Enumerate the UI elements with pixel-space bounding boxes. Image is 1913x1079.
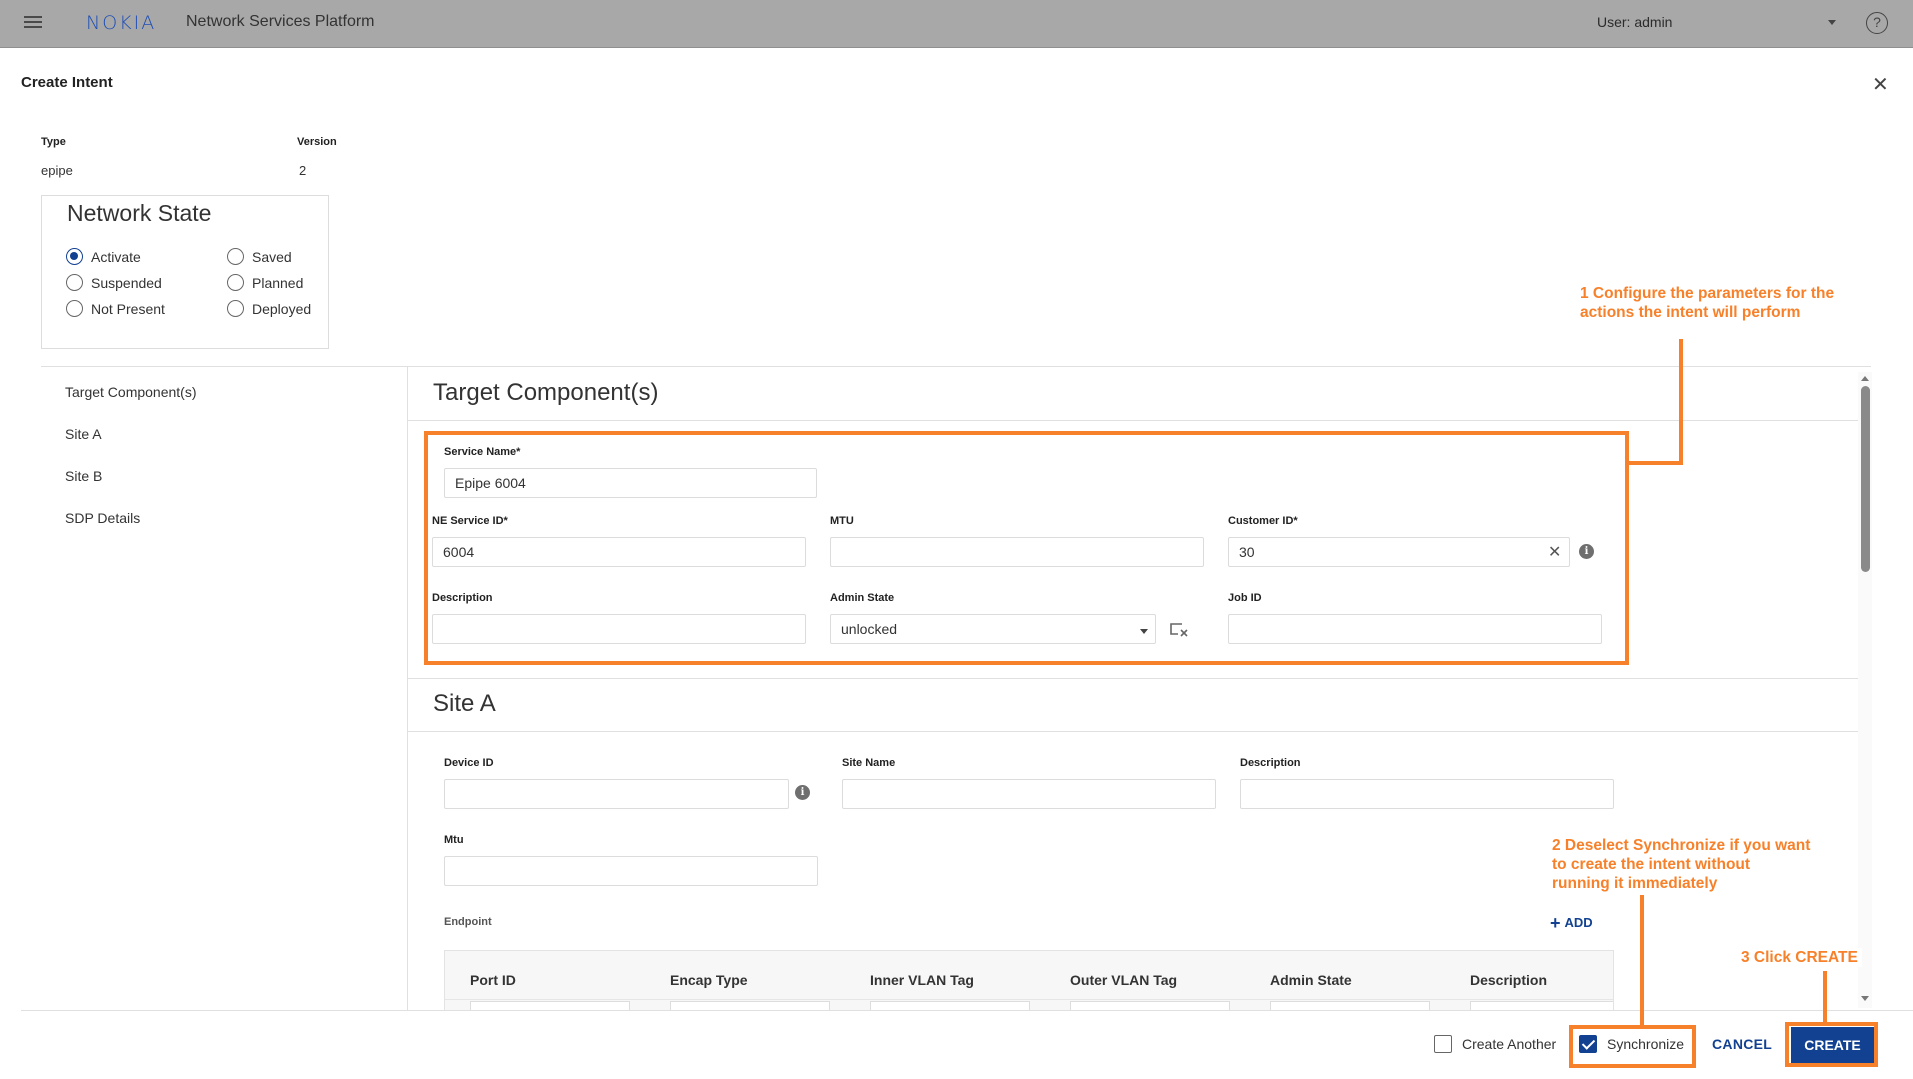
callout-step-2: 2 Deselect Synchronize if you want to cr… <box>1552 837 1811 892</box>
type-value: epipe <box>41 163 73 178</box>
version-value: 2 <box>299 163 307 178</box>
column-header: Outer VLAN Tag <box>1070 972 1178 988</box>
cancel-button[interactable]: CANCEL <box>1712 1036 1772 1052</box>
checkbox-icon <box>1434 1035 1452 1053</box>
section-divider <box>41 366 1871 367</box>
site-mtu-input[interactable] <box>444 856 818 886</box>
radio-deployed[interactable]: Deployed <box>227 300 311 317</box>
footer-divider <box>21 1010 1913 1011</box>
network-state-panel: Network State Activate Suspended Not Pre… <box>41 195 329 349</box>
scroll-down-arrow-icon[interactable] <box>1861 996 1869 1001</box>
annotation-box-parameters <box>424 431 1629 665</box>
annotation-box-synchronize <box>1569 1025 1696 1068</box>
outer-vlan-cell-input[interactable] <box>1070 1001 1230 1010</box>
scrollbar-thumb[interactable] <box>1861 386 1870 572</box>
type-label: Type <box>41 136 66 148</box>
radio-planned[interactable]: Planned <box>227 274 303 291</box>
nav-item-site-a[interactable]: Site A <box>65 426 102 442</box>
callout-step-1: 1 Configure the parameters for the actio… <box>1580 285 1835 321</box>
inner-vlan-cell-input[interactable] <box>870 1001 1030 1010</box>
add-endpoint-button[interactable]: + ADD <box>1550 913 1593 934</box>
annotation-connector <box>1679 339 1683 465</box>
menu-icon[interactable] <box>24 16 42 30</box>
network-state-title: Network State <box>67 200 212 226</box>
scroll-up-arrow-icon[interactable] <box>1861 376 1869 381</box>
nav-item-sdp-details[interactable]: SDP Details <box>65 510 140 526</box>
radio-not-present[interactable]: Not Present <box>66 300 165 317</box>
endpoint-label: Endpoint <box>444 916 492 928</box>
divider <box>408 420 1858 421</box>
top-bar: NOKIA Network Services Platform User: ad… <box>0 0 1913 48</box>
admin-state-cell-input[interactable] <box>1270 1001 1430 1010</box>
description-cell-input[interactable] <box>1470 1001 1613 1010</box>
site-name-label: Site Name <box>842 757 896 769</box>
info-icon[interactable]: i <box>795 785 810 800</box>
nav-divider <box>407 366 408 1010</box>
divider <box>408 731 1858 732</box>
callout-step-3: 3 Click CREATE <box>1737 948 1862 967</box>
column-header: Encap Type <box>670 972 748 988</box>
radio-suspended[interactable]: Suspended <box>66 274 162 291</box>
chevron-down-icon[interactable] <box>1828 20 1836 25</box>
endpoint-table: Port ID Encap Type Inner VLAN Tag Outer … <box>444 950 1614 1010</box>
radio-activate[interactable]: Activate <box>66 248 141 265</box>
nav-item-target-components[interactable]: Target Component(s) <box>65 384 197 400</box>
site-description-input[interactable] <box>1240 779 1614 809</box>
divider <box>445 999 1613 1000</box>
nav-item-site-b[interactable]: Site B <box>65 468 102 484</box>
user-menu[interactable]: User: admin <box>1597 14 1672 30</box>
column-header: Port ID <box>470 972 516 988</box>
column-header: Admin State <box>1270 972 1352 988</box>
column-header: Inner VLAN Tag <box>870 972 974 988</box>
site-description-label: Description <box>1240 757 1301 769</box>
column-header: Description <box>1470 972 1548 988</box>
device-id-label: Device ID <box>444 757 494 769</box>
port-id-cell-input[interactable] <box>470 1001 630 1010</box>
annotation-connector <box>1640 895 1644 1026</box>
radio-icon <box>66 300 83 317</box>
site-a-title: Site A <box>433 690 496 717</box>
annotation-connector <box>1823 971 1827 1023</box>
help-icon[interactable]: ? <box>1866 12 1888 34</box>
app-title: Network Services Platform <box>186 13 375 30</box>
annotation-box-create <box>1785 1022 1878 1067</box>
nokia-logo: NOKIA <box>86 12 157 34</box>
radio-icon <box>227 300 244 317</box>
radio-icon <box>227 274 244 291</box>
create-another-checkbox[interactable]: Create Another <box>1434 1035 1556 1053</box>
dialog-title: Create Intent <box>21 74 113 91</box>
radio-icon <box>66 274 83 291</box>
device-id-input[interactable] <box>444 779 789 809</box>
radio-selected-icon <box>66 248 83 265</box>
encap-type-cell-input[interactable] <box>670 1001 830 1010</box>
divider <box>408 678 1858 679</box>
plus-icon: + <box>1550 913 1561 933</box>
target-components-title: Target Component(s) <box>433 379 659 406</box>
radio-icon <box>227 248 244 265</box>
radio-saved[interactable]: Saved <box>227 248 292 265</box>
site-mtu-label: Mtu <box>444 834 464 846</box>
site-name-input[interactable] <box>842 779 1216 809</box>
version-label: Version <box>297 136 337 148</box>
annotation-connector <box>1627 461 1683 465</box>
close-icon[interactable]: ✕ <box>1872 72 1889 97</box>
